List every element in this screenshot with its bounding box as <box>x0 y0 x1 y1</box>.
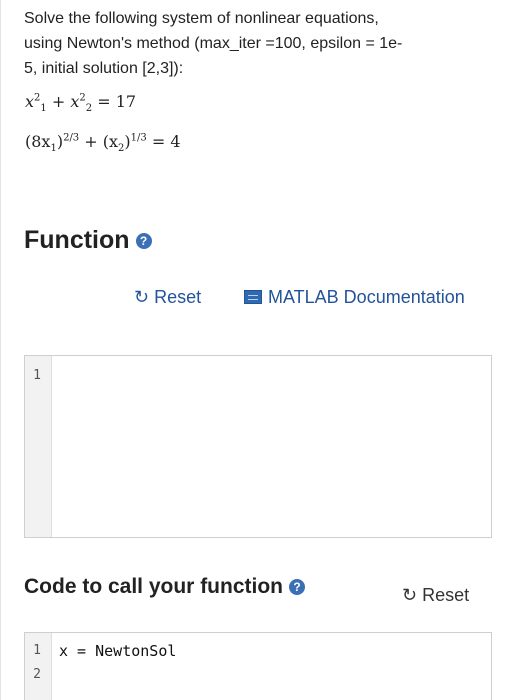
reset-arrow-icon: ↻ <box>134 287 150 307</box>
book-icon <box>244 290 262 304</box>
problem-line-2: using Newton's method (max_iter =100, ep… <box>24 35 403 52</box>
line-number: 1 <box>33 643 41 658</box>
eq2-plus: + (x <box>79 132 119 151</box>
editor-line[interactable]: 1 x = NewtonSol <box>25 639 491 663</box>
function-title-text: Function <box>24 226 130 254</box>
call-reset-button[interactable]: ↻ Reset <box>402 585 469 606</box>
matlab-documentation-link[interactable]: MATLAB Documentation <box>244 287 465 308</box>
eq1-rhs: = 17 <box>92 92 137 111</box>
eq2-rhs: = 4 <box>146 132 181 151</box>
line-number: 2 <box>33 667 41 682</box>
eq2-sup2: 1/3 <box>130 132 147 144</box>
editor-line[interactable]: 2 <box>25 663 491 687</box>
eq2-sup1: 2/3 <box>63 132 80 144</box>
function-section-title: Function? <box>24 226 152 255</box>
code-text[interactable]: x = NewtonSol <box>59 639 176 663</box>
function-reset-button[interactable]: ↻ Reset <box>134 287 201 308</box>
assignment-page: Solve the following system of nonlinear … <box>0 0 506 700</box>
function-reset-label: Reset <box>154 287 202 307</box>
matlab-documentation-label: MATLAB Documentation <box>268 287 465 307</box>
eq1-plus: + <box>46 92 71 111</box>
eq2-part1: (8x <box>25 132 51 151</box>
call-title-text: Code to call your function <box>24 575 284 598</box>
editor-line[interactable]: 1 <box>25 364 491 388</box>
call-section-title: Code to call your function? <box>24 575 306 599</box>
question-circle-icon[interactable]: ? <box>289 579 306 595</box>
question-circle-icon[interactable]: ? <box>135 233 152 249</box>
problem-statement: Solve the following system of nonlinear … <box>24 6 454 81</box>
reset-arrow-icon: ↻ <box>402 585 418 605</box>
equation-2: (8x1)2/3 + (x2)1/3 = 4 <box>25 132 181 154</box>
problem-line-3: 5, initial solution [2,3]): <box>24 60 184 77</box>
eq1-x1: x <box>25 92 35 111</box>
call-code-editor[interactable]: 1 x = NewtonSol 2 <box>24 632 492 700</box>
eq1-sup2: 2 <box>79 92 86 104</box>
problem-line-1: Solve the following system of nonlinear … <box>24 10 379 27</box>
call-reset-label: Reset <box>422 585 470 605</box>
function-code-editor[interactable]: 1 <box>24 355 492 538</box>
equation-1: x21 + x22 = 17 <box>25 92 136 114</box>
line-number: 1 <box>33 368 41 383</box>
